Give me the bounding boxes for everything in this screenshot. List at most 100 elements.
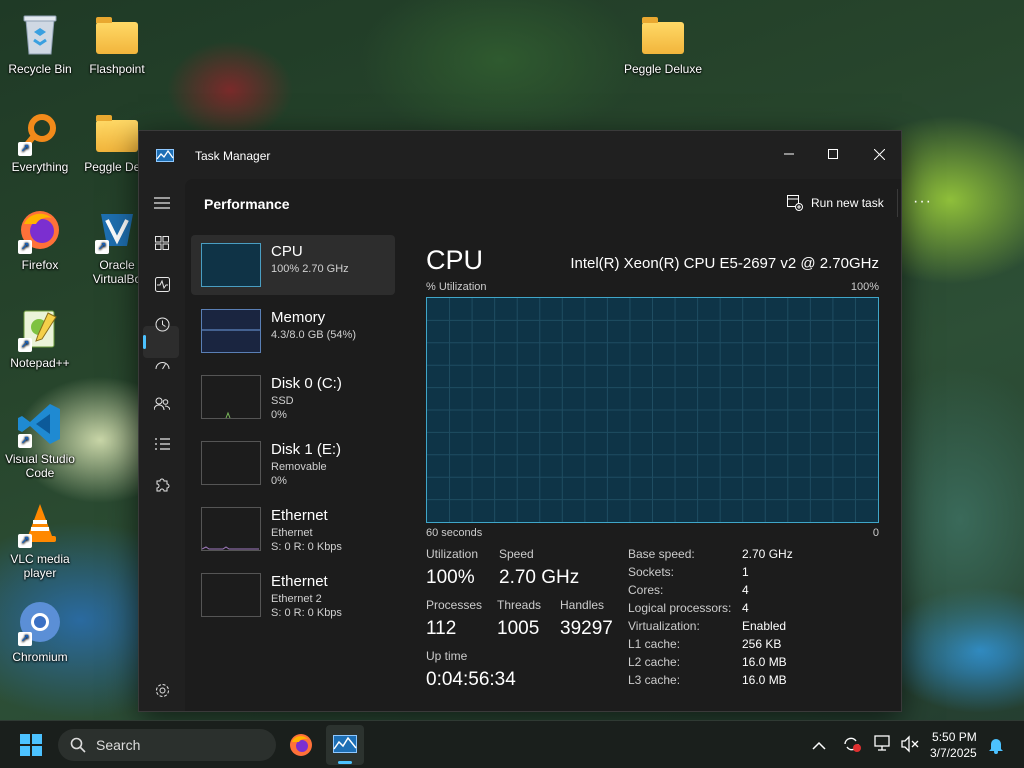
desktop-icon-everything[interactable]: ↗ Everything — [0, 108, 80, 174]
search-icon — [70, 737, 86, 753]
desktop-icon-flashpoint[interactable]: Flashpoint — [77, 10, 157, 76]
nav-users[interactable] — [151, 393, 173, 415]
spec-value: 2.70 GHz — [742, 547, 793, 561]
resource-detail: Ethernet 2 — [271, 593, 322, 605]
virtualbox-icon: ↗ — [93, 206, 141, 254]
utilization-axis-label: % Utilization — [426, 281, 487, 293]
desktop-icon-peggle-deluxe[interactable]: Peggle Deluxe — [623, 10, 703, 76]
nav-performance[interactable] — [151, 273, 173, 295]
nav-processes[interactable] — [151, 232, 173, 254]
resource-item-disk-1[interactable]: Disk 1 (E:) Removable 0% — [191, 433, 395, 493]
processes-grid-icon — [155, 236, 169, 250]
network-icon — [874, 735, 890, 751]
windows-logo-icon — [20, 734, 42, 756]
resource-detail: 100% 2.70 GHz — [271, 263, 349, 275]
tray-update-button[interactable] — [842, 735, 862, 758]
spec-label: Base speed: — [628, 547, 695, 561]
folder-icon — [93, 10, 141, 58]
disk-0-thumbnail-graph — [201, 375, 261, 419]
startup-gauge-icon — [155, 361, 169, 369]
spec-label: Logical processors: — [628, 601, 732, 615]
resource-item-ethernet-2[interactable]: Ethernet Ethernet 2 S: 0 R: 0 Kbps — [191, 565, 395, 625]
spec-label: Virtualization: — [628, 619, 700, 633]
uptime-value: 0:04:56:34 — [426, 669, 516, 690]
nav-settings[interactable] — [151, 679, 173, 701]
desktop-icon-chromium[interactable]: ↗ Chromium — [0, 598, 80, 664]
speed-label: Speed — [499, 547, 534, 561]
nav-details[interactable] — [151, 433, 173, 455]
spec-label: L3 cache: — [628, 673, 681, 687]
resource-item-cpu[interactable]: CPU 100% 2.70 GHz — [191, 235, 395, 295]
taskbar: Search 5:50 PM 3/7/2025 — [0, 720, 1024, 768]
start-button[interactable] — [20, 734, 42, 761]
nav-services[interactable] — [151, 473, 173, 495]
desktop-icon-label: Notepad++ — [10, 356, 70, 370]
close-button[interactable] — [856, 139, 902, 169]
desktop-icon-firefox[interactable]: ↗ Firefox — [0, 206, 80, 272]
shortcut-arrow-icon: ↗ — [18, 534, 32, 548]
title-bar[interactable]: Task Manager — [139, 131, 901, 179]
shortcut-arrow-icon: ↗ — [18, 632, 32, 646]
tray-volume-button[interactable] — [900, 735, 920, 758]
minimize-button[interactable] — [766, 139, 812, 169]
chevron-up-icon — [812, 741, 826, 750]
desktop-icon-notepadpp[interactable]: ↗ Notepad++ — [0, 304, 80, 370]
utilization-value: 100% — [426, 567, 475, 588]
maximize-button[interactable] — [810, 139, 856, 169]
graph-time-end-label: 0 — [872, 527, 879, 539]
desktop-icon-label: Chromium — [12, 650, 68, 664]
desktop-icon-label: Firefox — [21, 258, 59, 272]
minimize-icon — [784, 153, 794, 155]
task-manager-app-icon — [333, 735, 357, 753]
left-navigation — [139, 179, 185, 711]
ethernet-thumbnail-graph — [201, 507, 261, 551]
tray-network-button[interactable] — [874, 735, 894, 758]
handles-value: 39297 — [560, 618, 613, 639]
maximize-icon — [828, 149, 838, 159]
threads-value: 1005 — [497, 618, 540, 639]
hamburger-icon — [154, 197, 170, 209]
nav-startup-apps[interactable] — [151, 353, 173, 375]
resource-detail: Removable — [271, 461, 327, 473]
shortcut-arrow-icon: ↗ — [18, 142, 32, 156]
utilization-label: Utilization — [426, 547, 479, 561]
close-icon — [873, 148, 885, 160]
resource-detail: 4.3/8.0 GB (54%) — [271, 329, 356, 341]
show-hidden-icons-button[interactable] — [812, 738, 826, 756]
desktop-icon-label: Peggle Deluxe — [623, 62, 703, 76]
taskbar-clock[interactable]: 5:50 PM 3/7/2025 — [930, 729, 977, 761]
desktop-icon-label: Flashpoint — [89, 62, 145, 76]
desktop-icon-vlc[interactable]: ↗ VLC media player — [0, 500, 80, 580]
chromium-icon: ↗ — [16, 598, 64, 646]
resource-item-memory[interactable]: Memory 4.3/8.0 GB (54%) — [191, 301, 395, 361]
desktop-icon-vscode[interactable]: ↗ Visual Studio Code — [0, 400, 80, 480]
resource-value: 0% — [271, 409, 287, 421]
taskbar-firefox[interactable] — [289, 733, 313, 762]
resource-name: Ethernet — [271, 507, 328, 524]
taskbar-search-box[interactable]: Search — [58, 729, 276, 761]
spec-value: 16.0 MB — [742, 673, 787, 687]
clock-time: 5:50 PM — [932, 730, 977, 744]
cpu-thumbnail-graph — [201, 243, 261, 287]
spec-label: Cores: — [628, 583, 664, 597]
resource-detail: Ethernet — [271, 527, 313, 539]
resource-name: Memory — [271, 309, 326, 326]
vlc-cone-icon: ↗ — [16, 500, 64, 548]
disk-1-thumbnail-graph — [201, 441, 261, 485]
resource-item-ethernet[interactable]: Ethernet Ethernet S: 0 R: 0 Kbps — [191, 499, 395, 559]
running-indicator — [338, 761, 352, 764]
page-header: Performance Run new task ··· — [185, 179, 931, 227]
taskbar-task-manager[interactable] — [326, 725, 364, 765]
task-manager-app-icon — [156, 149, 174, 162]
hamburger-menu-button[interactable] — [151, 192, 173, 214]
resource-item-disk-0[interactable]: Disk 0 (C:) SSD 0% — [191, 367, 395, 427]
cpu-model-name: Intel(R) Xeon(R) CPU E5-2697 v2 @ 2.70GH… — [570, 255, 879, 272]
spec-value: 4 — [742, 601, 749, 615]
desktop-icon-recycle-bin[interactable]: Recycle Bin — [0, 10, 80, 76]
resource-detail: SSD — [271, 395, 294, 407]
firefox-icon — [290, 734, 312, 756]
run-new-task-button[interactable]: Run new task — [787, 195, 884, 211]
notifications-button[interactable] — [988, 736, 1004, 759]
nav-app-history[interactable] — [151, 313, 173, 335]
more-options-button[interactable]: ··· — [913, 193, 932, 211]
